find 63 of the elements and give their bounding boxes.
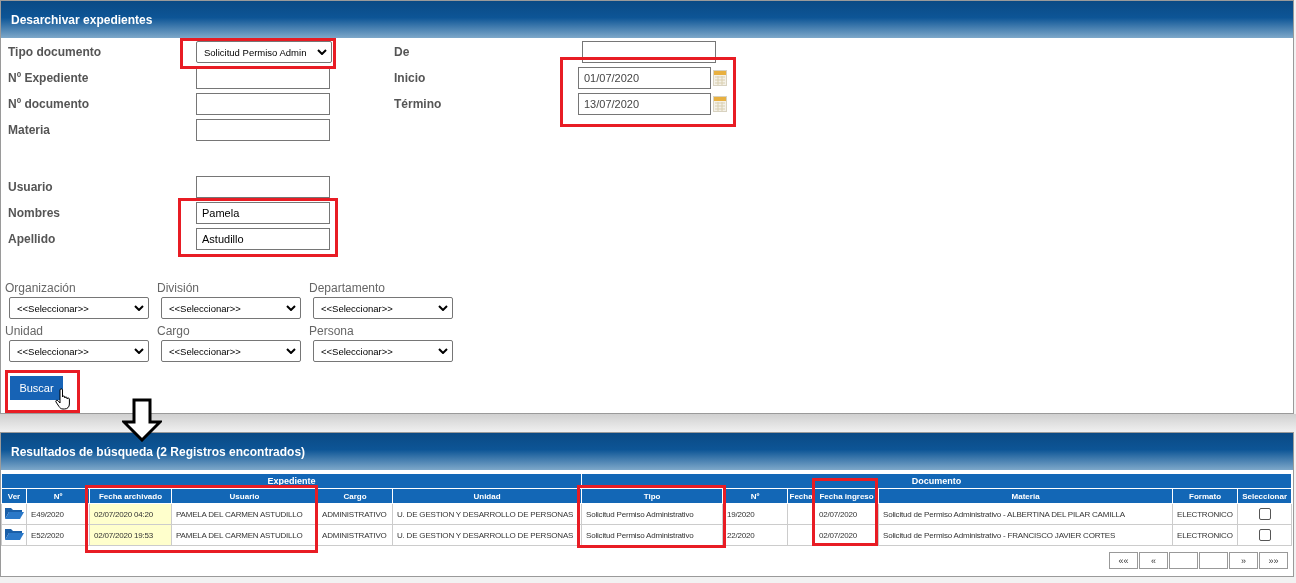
input-field[interactable] bbox=[196, 67, 330, 89]
annotation-frame bbox=[812, 478, 878, 546]
table-cell: Solicitud Permiso Administrativo bbox=[581, 503, 723, 525]
input-field[interactable] bbox=[196, 93, 330, 115]
table-cell: ADMINISTRATIVO bbox=[317, 524, 393, 546]
filter-label: Departamento bbox=[309, 280, 387, 297]
input-field[interactable] bbox=[196, 119, 330, 141]
field-label: Nombres bbox=[8, 206, 61, 220]
field-label: De bbox=[394, 45, 411, 59]
page-box bbox=[1199, 552, 1228, 569]
row-checkbox[interactable] bbox=[1258, 529, 1271, 541]
caret-icon bbox=[286, 348, 296, 354]
filter-label: Organización bbox=[5, 280, 77, 297]
filter-select[interactable]: <<Seleccionar>> bbox=[161, 297, 301, 319]
filter-select[interactable]: <<Seleccionar>> bbox=[161, 340, 301, 362]
folder-icon[interactable] bbox=[4, 506, 24, 520]
page-box bbox=[1169, 552, 1198, 569]
date-field[interactable]: 01/07/2020 bbox=[578, 67, 711, 89]
panel-title: Desarchivar expedientes bbox=[11, 12, 153, 27]
table-cell: U. DE GESTION Y DESARROLLO DE PERSONAS bbox=[392, 524, 582, 546]
filter-label: División bbox=[157, 280, 200, 297]
hand-cursor-icon bbox=[55, 388, 73, 410]
field-label: Término bbox=[394, 97, 443, 111]
filter-select[interactable]: <<Seleccionar>> bbox=[313, 297, 453, 319]
field-label: Materia bbox=[8, 123, 52, 137]
field-label: Nº documento bbox=[8, 97, 91, 111]
caret-icon bbox=[438, 305, 448, 311]
table-cell: ELECTRONICO bbox=[1172, 503, 1238, 525]
caret-icon bbox=[317, 49, 327, 55]
table-cell: Solicitud de Permiso Administrativo - FRANCISCO JAVIER CORTES bbox=[878, 524, 1173, 546]
row-checkbox[interactable] bbox=[1258, 508, 1271, 520]
caret-icon bbox=[134, 305, 144, 311]
previous-page-button[interactable]: « bbox=[1139, 552, 1168, 569]
table-cell: ELECTRONICO bbox=[1172, 524, 1238, 546]
last-page-button[interactable]: »» bbox=[1259, 552, 1288, 569]
field-label: Nº Expediente bbox=[8, 71, 90, 85]
field-label: Tipo documento bbox=[8, 45, 103, 59]
filter-select[interactable]: <<Seleccionar>> bbox=[9, 297, 149, 319]
search-button[interactable]: Buscar bbox=[10, 376, 63, 400]
input-field[interactable]: Astudillo bbox=[196, 228, 330, 250]
filter-select[interactable]: <<Seleccionar>> bbox=[313, 340, 453, 362]
table-cell: U. DE GESTION Y DESARROLLO DE PERSONAS bbox=[392, 503, 582, 525]
filter-label: Unidad bbox=[5, 323, 45, 340]
table-cell: ADMINISTRATIVO bbox=[317, 503, 393, 525]
field-label: Apellido bbox=[8, 232, 57, 246]
date-field[interactable]: 13/07/2020 bbox=[578, 93, 711, 115]
filter-label: Cargo bbox=[157, 323, 191, 340]
input-field[interactable]: Pamela bbox=[196, 202, 330, 224]
panel-title: Resultados de búsqueda (2 Registros encontrados) bbox=[11, 444, 306, 459]
filter-select[interactable]: <<Seleccionar>> bbox=[9, 340, 149, 362]
next-page-button[interactable]: » bbox=[1229, 552, 1258, 569]
caret-icon bbox=[286, 305, 296, 311]
filter-label: Persona bbox=[309, 323, 355, 340]
field-label: Inicio bbox=[394, 71, 427, 85]
folder-icon[interactable] bbox=[4, 527, 24, 541]
table-cell: Solicitud de Permiso Administrativo - ALBERTINA DEL PILAR CAMILLA bbox=[878, 503, 1173, 525]
input-field[interactable] bbox=[196, 176, 330, 198]
first-page-button[interactable]: «« bbox=[1109, 552, 1138, 569]
caret-icon bbox=[438, 348, 448, 354]
caret-icon bbox=[134, 348, 144, 354]
document-type-select[interactable]: Solicitud Permiso Admin bbox=[196, 41, 332, 63]
column-group-header: Documento bbox=[581, 473, 1292, 489]
field-label: Usuario bbox=[8, 180, 54, 194]
